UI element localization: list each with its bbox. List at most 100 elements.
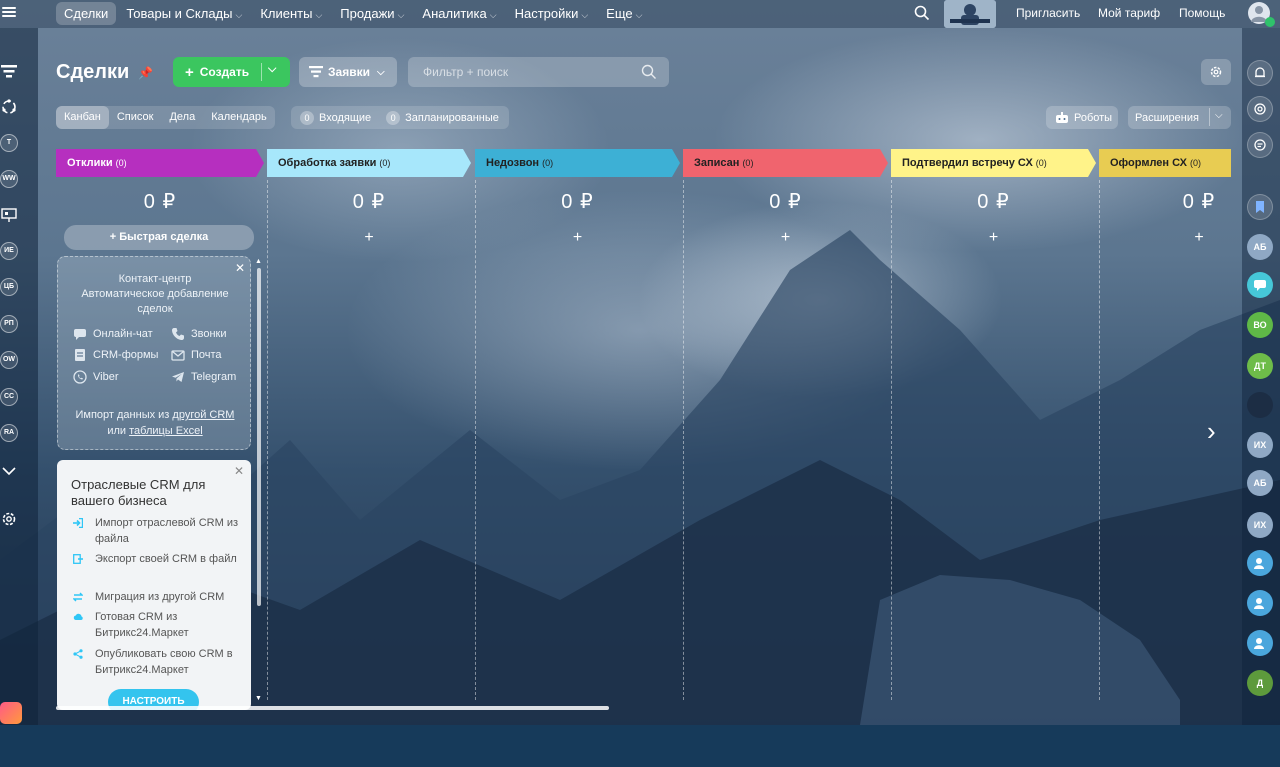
crm-item-label: Готовая CRM из Битрикс24.Маркет: [95, 611, 189, 639]
crm-item-publish[interactable]: Опубликовать свою CRM в Битрикс24.Маркет: [73, 646, 243, 678]
title-line: Контакт-центр: [118, 273, 192, 285]
column-title-text: Записан: [694, 157, 740, 169]
title-line: Автоматическое добавление: [81, 288, 229, 300]
chat-icon: [74, 329, 86, 340]
channel-calls[interactable]: Звонки: [171, 327, 227, 341]
export-icon: [73, 554, 83, 564]
column-count: (0): [742, 158, 754, 168]
contact-center-card: ✕ Контакт-центр Автоматическое добавлени…: [57, 256, 251, 450]
rocket-icon[interactable]: [0, 702, 22, 724]
chevron-down-icon[interactable]: [0, 462, 18, 480]
mail-icon: [171, 350, 185, 361]
channel-label: Онлайн-чат: [93, 328, 153, 340]
contact-avatar[interactable]: ДТ: [1247, 353, 1273, 379]
channel-label: Telegram: [191, 371, 237, 383]
contact-avatar[interactable]: ИХ: [1247, 512, 1273, 538]
contact-avatar[interactable]: Д: [1247, 670, 1273, 696]
channel-telegram[interactable]: Telegram: [171, 370, 236, 384]
column-title-text: Недозвон: [486, 157, 540, 169]
scroll-up-icon[interactable]: ▲: [255, 258, 262, 265]
column-sum: 0 ₽: [769, 191, 802, 213]
group-badge[interactable]: OW: [0, 351, 18, 369]
contact-avatar[interactable]: [1247, 392, 1273, 418]
add-deal-button[interactable]: +: [475, 229, 680, 247]
channel-crm-forms[interactable]: CRM-формы: [73, 348, 158, 362]
channel-online-chat[interactable]: Онлайн-чат: [73, 327, 153, 341]
channel-label: Почта: [191, 349, 222, 361]
column-title[interactable]: Записан (0): [683, 149, 753, 177]
import-text: или: [107, 425, 127, 437]
column-title-text: Обработка заявки: [278, 157, 377, 169]
stage-arrows: [56, 149, 1231, 177]
horizontal-scrollbar[interactable]: [56, 706, 609, 710]
import-other-crm-link[interactable]: другой CRM: [172, 409, 234, 421]
group-badge[interactable]: СС: [0, 388, 18, 406]
column-divider: [683, 180, 684, 700]
add-deal-button[interactable]: +: [891, 229, 1096, 247]
crm-item-export[interactable]: Экспорт своей CRM в файл: [73, 551, 243, 567]
group-badge[interactable]: РП: [0, 315, 18, 333]
column-count: (0): [379, 158, 391, 168]
cloud-icon: [73, 613, 83, 620]
telegram-icon: [172, 372, 184, 382]
phone-icon: [172, 328, 184, 340]
group-chat-icon[interactable]: [1247, 550, 1273, 576]
column-sum: 0 ₽: [561, 191, 594, 213]
industry-crm-card: ✕ Отраслевые CRM для вашего бизнеса Импо…: [57, 460, 251, 710]
vertical-scrollbar[interactable]: [257, 268, 261, 606]
column-sum: 0 ₽: [143, 191, 177, 213]
column-sum: 0 ₽: [1182, 191, 1216, 213]
close-icon[interactable]: ✕: [234, 464, 244, 478]
column-sum: 0 ₽: [977, 191, 1010, 213]
chat-bubble-icon[interactable]: [1247, 272, 1273, 298]
column-count: (0): [115, 158, 127, 168]
industry-crm-title: Отраслевые CRM для вашего бизнеса: [71, 477, 206, 508]
group-badge[interactable]: ЦБ: [0, 278, 18, 296]
form-icon: [75, 349, 85, 361]
add-deal-button[interactable]: +: [267, 229, 471, 247]
contact-center-title: Контакт-центр Автоматическое добавление …: [58, 272, 252, 317]
group-badge[interactable]: ИЕ: [0, 242, 18, 260]
quick-deal-label: Быстрая сделка: [119, 231, 209, 243]
import-text: Импорт данных из: [75, 409, 170, 421]
column-title-text: Подтвердил встречу СХ: [902, 157, 1033, 169]
group-chat-icon[interactable]: [1247, 590, 1273, 616]
crm-item-migration[interactable]: Миграция из другой CRM: [73, 589, 243, 605]
column-title[interactable]: Оформлен СХ (0): [1099, 149, 1201, 177]
quick-deal-button[interactable]: + Быстрая сделка: [64, 225, 254, 250]
column-sum: 0 ₽: [352, 191, 386, 213]
column-title[interactable]: Подтвердил встречу СХ (0): [891, 149, 1047, 177]
add-deal-button[interactable]: +: [1099, 229, 1280, 247]
group-chat-icon[interactable]: [1247, 630, 1273, 656]
contact-avatar[interactable]: ИХ: [1247, 432, 1273, 458]
column-divider: [475, 180, 476, 700]
contact-avatar[interactable]: АБ: [1247, 470, 1273, 496]
crm-item-label: Импорт отраслевой CRM из файла: [95, 517, 239, 545]
column-divider: [891, 180, 892, 700]
share-icon: [73, 649, 83, 659]
viber-icon: [73, 370, 87, 384]
column-title[interactable]: Отклики (0): [56, 149, 127, 177]
channel-label: Звонки: [191, 328, 227, 340]
import-excel-link[interactable]: таблицы Excel: [129, 425, 203, 437]
contact-avatar[interactable]: ВО: [1247, 312, 1273, 338]
channel-viber[interactable]: Viber: [73, 370, 118, 384]
migration-icon: [73, 592, 83, 602]
crm-item-market[interactable]: Готовая CRM из Битрикс24.Маркет: [73, 609, 243, 641]
column-count: (0): [1190, 158, 1201, 168]
column-count: (0): [1035, 158, 1047, 168]
title-line: сделок: [137, 303, 173, 315]
chevron-right-icon[interactable]: ›: [1207, 416, 1216, 447]
import-icon: [73, 518, 83, 528]
crm-item-import[interactable]: Импорт отраслевой CRM из файла: [73, 515, 243, 547]
channel-mail[interactable]: Почта: [171, 348, 222, 362]
presentation-icon[interactable]: [0, 206, 18, 224]
group-badge[interactable]: RA: [0, 424, 18, 442]
crm-item-label: Миграция из другой CRM: [95, 591, 225, 603]
gear-icon[interactable]: [0, 510, 18, 528]
add-deal-button[interactable]: +: [683, 229, 888, 247]
scroll-down-icon[interactable]: ▼: [255, 695, 262, 702]
column-title[interactable]: Недозвон (0): [475, 149, 553, 177]
column-title[interactable]: Обработка заявки (0): [267, 149, 390, 177]
column-title-text: Отклики: [67, 157, 113, 169]
